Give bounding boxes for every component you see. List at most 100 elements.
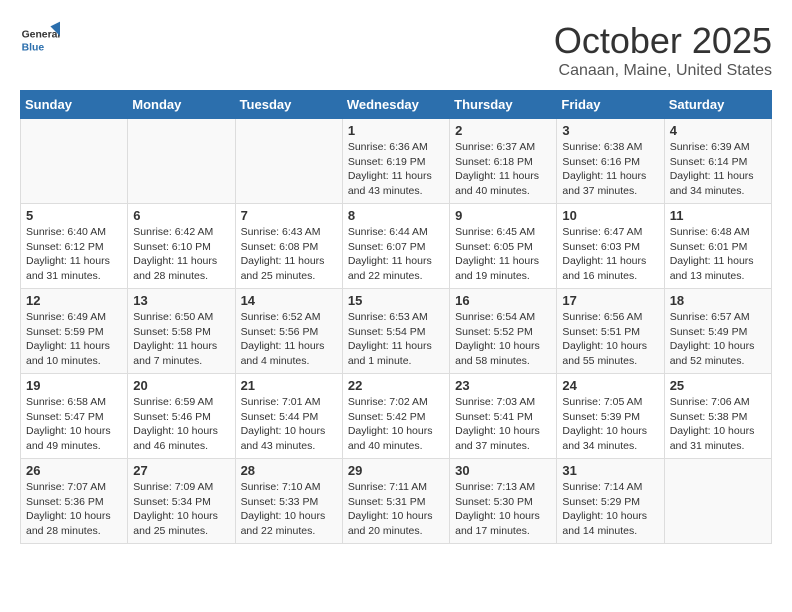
day-number: 14 [241,293,337,308]
day-number: 8 [348,208,444,223]
day-info: Sunrise: 6:50 AMSunset: 5:58 PMDaylight:… [133,310,229,369]
sunset-text: Sunset: 5:58 PM [133,326,211,338]
sunset-text: Sunset: 5:41 PM [455,411,533,423]
weekday-header: Saturday [664,91,771,119]
calendar-day-cell: 21Sunrise: 7:01 AMSunset: 5:44 PMDayligh… [235,374,342,459]
month-title: October 2025 [554,20,772,62]
day-info: Sunrise: 7:03 AMSunset: 5:41 PMDaylight:… [455,395,551,454]
daylight-text: Daylight: 11 hours and 34 minutes. [670,170,754,197]
calendar-day-cell: 17 Sunrise: 6:56 AMSunset: 5:51 PMDayligh… [557,289,664,374]
day-number: 28 [241,463,337,478]
sunrise-text: Sunrise: 6:38 AM [562,141,642,153]
daylight-text: Daylight: 10 hours and 43 minutes. [241,425,326,452]
calendar-day-cell: 24Sunrise: 7:05 AMSunset: 5:39 PMDayligh… [557,374,664,459]
calendar-day-cell: 13 Sunrise: 6:50 AMSunset: 5:58 PMDayligh… [128,289,235,374]
calendar-day-cell: 2Sunrise: 6:37 AMSunset: 6:18 PMDaylight… [450,119,557,204]
sunrise-text: Sunrise: 6:58 AM [26,396,106,408]
day-number: 22 [348,378,444,393]
daylight-text: Daylight: 10 hours and 14 minutes. [562,510,647,537]
calendar-day-cell [128,119,235,204]
daylight-text: Daylight: 11 hours and 43 minutes. [348,170,432,197]
day-number: 17 [562,293,658,308]
sunset-text: Sunset: 5:29 PM [562,496,640,508]
day-info: Sunrise: 6:40 AMSunset: 6:12 PMDaylight:… [26,225,122,284]
day-info: Sunrise: 7:06 AMSunset: 5:38 PMDaylight:… [670,395,766,454]
sunset-text: Sunset: 5:44 PM [241,411,319,423]
daylight-text: Daylight: 10 hours and 46 minutes. [133,425,218,452]
sunrise-text: Sunrise: 6:36 AM [348,141,428,153]
day-number: 23 [455,378,551,393]
daylight-text: Daylight: 10 hours and 20 minutes. [348,510,433,537]
day-info: Sunrise: 6:37 AMSunset: 6:18 PMDaylight:… [455,140,551,199]
calendar-day-cell [21,119,128,204]
sunset-text: Sunset: 6:05 PM [455,241,533,253]
title-block: October 2025 Canaan, Maine, United State… [554,20,772,80]
svg-text:Blue: Blue [22,42,45,53]
sunset-text: Sunset: 6:14 PM [670,156,748,168]
calendar-day-cell: 31Sunrise: 7:14 AMSunset: 5:29 PMDayligh… [557,459,664,544]
daylight-text: Daylight: 11 hours and 10 minutes. [26,340,110,367]
day-info: Sunrise: 6:56 AMSunset: 5:51 PMDaylight:… [562,310,658,369]
day-number: 25 [670,378,766,393]
day-info: Sunrise: 6:45 AM Sunset: 6:05 PM Daylight:… [455,225,551,284]
day-number: 9 [455,208,551,223]
daylight-text: Daylight: 10 hours and 52 minutes. [670,340,755,367]
day-info: Sunrise: 7:05 AMSunset: 5:39 PMDaylight:… [562,395,658,454]
logo: General Blue [20,20,64,60]
logo-icon: General Blue [20,20,60,60]
day-info: Sunrise: 7:13 AMSunset: 5:30 PMDaylight:… [455,480,551,539]
day-info: Sunrise: 7:14 AMSunset: 5:29 PMDaylight:… [562,480,658,539]
day-info: Sunrise: 6:47 AMSunset: 6:03 PMDaylight:… [562,225,658,284]
sunrise-text: Sunrise: 6:44 AM [348,226,428,238]
calendar-week-row: 26Sunrise: 7:07 AMSunset: 5:36 PMDayligh… [21,459,772,544]
sunset-text: Sunset: 5:34 PM [133,496,211,508]
day-info: Sunrise: 6:44 AMSunset: 6:07 PMDaylight:… [348,225,444,284]
day-number: 27 [133,463,229,478]
sunrise-text: Sunrise: 6:39 AM [670,141,750,153]
weekday-header: Monday [128,91,235,119]
daylight-text: Daylight: 11 hours and 13 minutes. [670,255,754,282]
sunrise-text: Sunrise: 6:40 AM [26,226,106,238]
sunrise-text: Sunrise: 6:59 AM [133,396,213,408]
sunset-text: Sunset: 5:54 PM [348,326,426,338]
sunset-text: Sunset: 6:07 PM [348,241,426,253]
calendar-day-cell: 22Sunrise: 7:02 AMSunset: 5:42 PMDayligh… [342,374,449,459]
day-info: Sunrise: 6:59 AMSunset: 5:46 PMDaylight:… [133,395,229,454]
calendar-day-cell: 11Sunrise: 6:48 AMSunset: 6:01 PMDayligh… [664,204,771,289]
calendar-day-cell [664,459,771,544]
calendar-day-cell: 10 Sunrise: 6:47 AMSunset: 6:03 PMDayligh… [557,204,664,289]
calendar-day-cell: 8Sunrise: 6:44 AMSunset: 6:07 PMDaylight… [342,204,449,289]
calendar-day-cell: 16Sunrise: 6:54 AMSunset: 5:52 PMDayligh… [450,289,557,374]
sunrise-text: Sunrise: 7:09 AM [133,481,213,493]
daylight-text: Daylight: 11 hours and 40 minutes. [455,170,539,197]
sunset-text: Sunset: 6:12 PM [26,241,104,253]
calendar-day-cell: 7Sunrise: 6:43 AMSunset: 6:08 PMDaylight… [235,204,342,289]
sunrise-text: Sunrise: 7:05 AM [562,396,642,408]
day-info: Sunrise: 6:39 AM Sunset: 6:14 PM Daylight:… [670,140,766,199]
calendar-day-cell: 25 Sunrise: 7:06 AMSunset: 5:38 PMDayligh… [664,374,771,459]
weekday-header: Sunday [21,91,128,119]
sunrise-text: Sunrise: 6:49 AM [26,311,106,323]
sunset-text: Sunset: 6:16 PM [562,156,640,168]
calendar-week-row: 19Sunrise: 6:58 AMSunset: 5:47 PMDayligh… [21,374,772,459]
sunrise-text: Sunrise: 6:45 AM [455,226,535,238]
sunset-text: Sunset: 5:49 PM [670,326,748,338]
day-number: 13 [133,293,229,308]
daylight-text: Daylight: 10 hours and 28 minutes. [26,510,111,537]
day-info: Sunrise: 6:38 AMSunset: 6:16 PMDaylight:… [562,140,658,199]
day-number: 1 [348,123,444,138]
calendar-day-cell: 12Sunrise: 6:49 AMSunset: 5:59 PMDayligh… [21,289,128,374]
calendar-day-cell: 23 Sunrise: 7:03 AMSunset: 5:41 PMDayligh… [450,374,557,459]
daylight-text: Daylight: 10 hours and 55 minutes. [562,340,647,367]
sunset-text: Sunset: 5:47 PM [26,411,104,423]
day-info: Sunrise: 7:09 AMSunset: 5:34 PMDaylight:… [133,480,229,539]
daylight-text: Daylight: 11 hours and 19 minutes. [455,255,539,282]
sunset-text: Sunset: 5:31 PM [348,496,426,508]
daylight-text: Daylight: 10 hours and 17 minutes. [455,510,540,537]
sunrise-text: Sunrise: 6:54 AM [455,311,535,323]
sunrise-text: Sunrise: 7:10 AM [241,481,321,493]
calendar-day-cell: 5Sunrise: 6:40 AMSunset: 6:12 PMDaylight… [21,204,128,289]
sunrise-text: Sunrise: 7:07 AM [26,481,106,493]
day-number: 16 [455,293,551,308]
day-number: 10 [562,208,658,223]
